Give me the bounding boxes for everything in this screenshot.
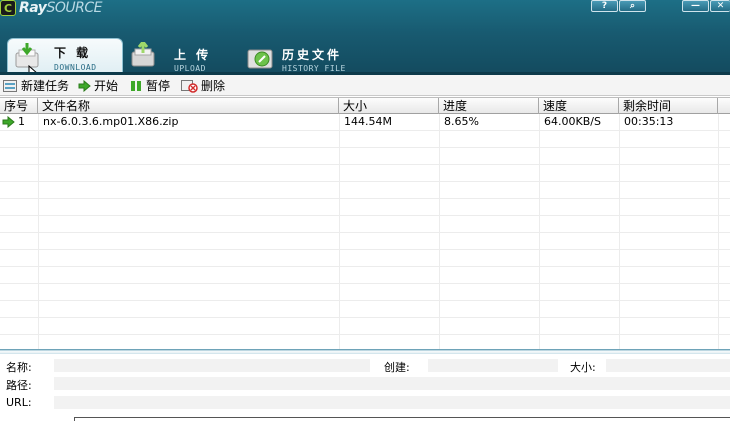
- column-header-remaining[interactable]: 剩余时间: [619, 98, 718, 114]
- logo-name-light: SOURCE: [46, 0, 102, 16]
- logo-name-bold: Ray: [19, 0, 47, 16]
- new-task-button[interactable]: 新建任务: [3, 75, 69, 96]
- column-header-name[interactable]: 文件名称: [38, 98, 339, 114]
- empty-table-row: [0, 199, 730, 216]
- created-label: 创建:: [384, 361, 410, 374]
- logo-name: RaySOURCE: [19, 0, 102, 16]
- help-button[interactable]: ?: [591, 0, 618, 12]
- row-speed: 64.00KB/S: [544, 115, 601, 128]
- new-task-icon: [3, 80, 17, 92]
- delete-label: 删除: [201, 79, 226, 93]
- created-field: [428, 359, 558, 372]
- tab-history-subtitle: HISTORY FILE: [282, 64, 346, 73]
- column-header-progress[interactable]: 进度: [439, 98, 539, 114]
- close-icon: ✕: [716, 0, 725, 11]
- tab-download-subtitle: DOWNLOAD: [54, 63, 97, 72]
- path-field: [54, 377, 730, 390]
- download-task-table: 序号 文件名称 大小 进度 速度 剩余时间 1 nx-6.0.3.6.mp01.…: [0, 97, 730, 350]
- history-file-icon: [247, 49, 273, 69]
- status-bar-edge: [74, 417, 730, 421]
- empty-table-row: [0, 148, 730, 165]
- column-header-size[interactable]: 大小: [339, 98, 439, 114]
- app-logo: C RaySOURCE: [0, 0, 102, 16]
- row-remaining: 00:35:13: [624, 115, 674, 128]
- path-label: 路径:: [6, 379, 32, 392]
- minimize-button[interactable]: —: [682, 0, 709, 12]
- search-settings-button[interactable]: ⌕: [619, 0, 646, 12]
- empty-table-row: [0, 301, 730, 318]
- name-field: [54, 359, 370, 372]
- column-header-speed[interactable]: 速度: [539, 98, 619, 114]
- empty-table-row: [0, 233, 730, 250]
- start-label: 开始: [94, 79, 119, 93]
- row-size: 144.54M: [344, 115, 392, 128]
- app-header: C RaySOURCE ? ⌕ — ✕ 下 载 DOWNLOAD 上 传 UPL…: [0, 0, 730, 75]
- url-label: URL:: [6, 396, 32, 409]
- help-icon: ?: [601, 0, 608, 11]
- tab-download[interactable]: 下 载 DOWNLOAD: [7, 38, 123, 75]
- empty-table-row: [0, 318, 730, 335]
- row-index: 1: [18, 115, 25, 128]
- pause-icon: [131, 80, 141, 91]
- empty-table-row: [0, 250, 730, 267]
- row-file-name: nx-6.0.3.6.mp01.X86.zip: [43, 115, 179, 128]
- size-label: 大小:: [570, 361, 596, 374]
- logo-mark: C: [0, 0, 16, 16]
- delete-icon: [181, 79, 198, 93]
- table-row[interactable]: 1 nx-6.0.3.6.mp01.X86.zip 144.54M 8.65% …: [0, 114, 730, 131]
- empty-table-row: [0, 165, 730, 182]
- name-label: 名称:: [6, 361, 32, 374]
- start-button[interactable]: 开始: [78, 75, 118, 96]
- mouse-cursor-icon: [28, 65, 40, 75]
- tab-upload[interactable]: 上 传 UPLOAD: [128, 38, 238, 75]
- empty-table-row: [0, 131, 730, 148]
- url-field: [54, 396, 730, 409]
- tab-download-title: 下 载: [54, 46, 92, 60]
- size-field: [606, 359, 730, 372]
- start-icon: [78, 79, 91, 92]
- pause-label: 暂停: [146, 79, 171, 93]
- upload-icon: [131, 42, 155, 67]
- row-progress: 8.65%: [444, 115, 479, 128]
- empty-table-row: [0, 335, 730, 350]
- task-details-panel: 名称: 创建: 大小: 路径: URL:: [0, 354, 730, 421]
- minimize-icon: —: [691, 0, 700, 11]
- empty-table-row: [0, 267, 730, 284]
- empty-table-row: [0, 284, 730, 301]
- empty-table-row: [0, 216, 730, 233]
- toolbar: 新建任务 开始 暂停 删除: [0, 75, 730, 96]
- tab-history-file[interactable]: 历史文件 HISTORY FILE: [244, 38, 364, 75]
- new-task-label: 新建任务: [21, 79, 70, 93]
- tab-upload-subtitle: UPLOAD: [174, 64, 206, 73]
- column-header-index[interactable]: 序号: [0, 98, 38, 114]
- empty-table-row: [0, 182, 730, 199]
- settings-search-icon: ⌕: [629, 0, 636, 11]
- tab-upload-title: 上 传: [174, 48, 212, 62]
- delete-button[interactable]: 删除: [181, 75, 225, 96]
- tab-history-title: 历史文件: [282, 48, 343, 62]
- pause-button[interactable]: 暂停: [130, 75, 170, 96]
- close-button[interactable]: ✕: [710, 0, 730, 12]
- table-header: 序号 文件名称 大小 进度 速度 剩余时间: [0, 97, 730, 114]
